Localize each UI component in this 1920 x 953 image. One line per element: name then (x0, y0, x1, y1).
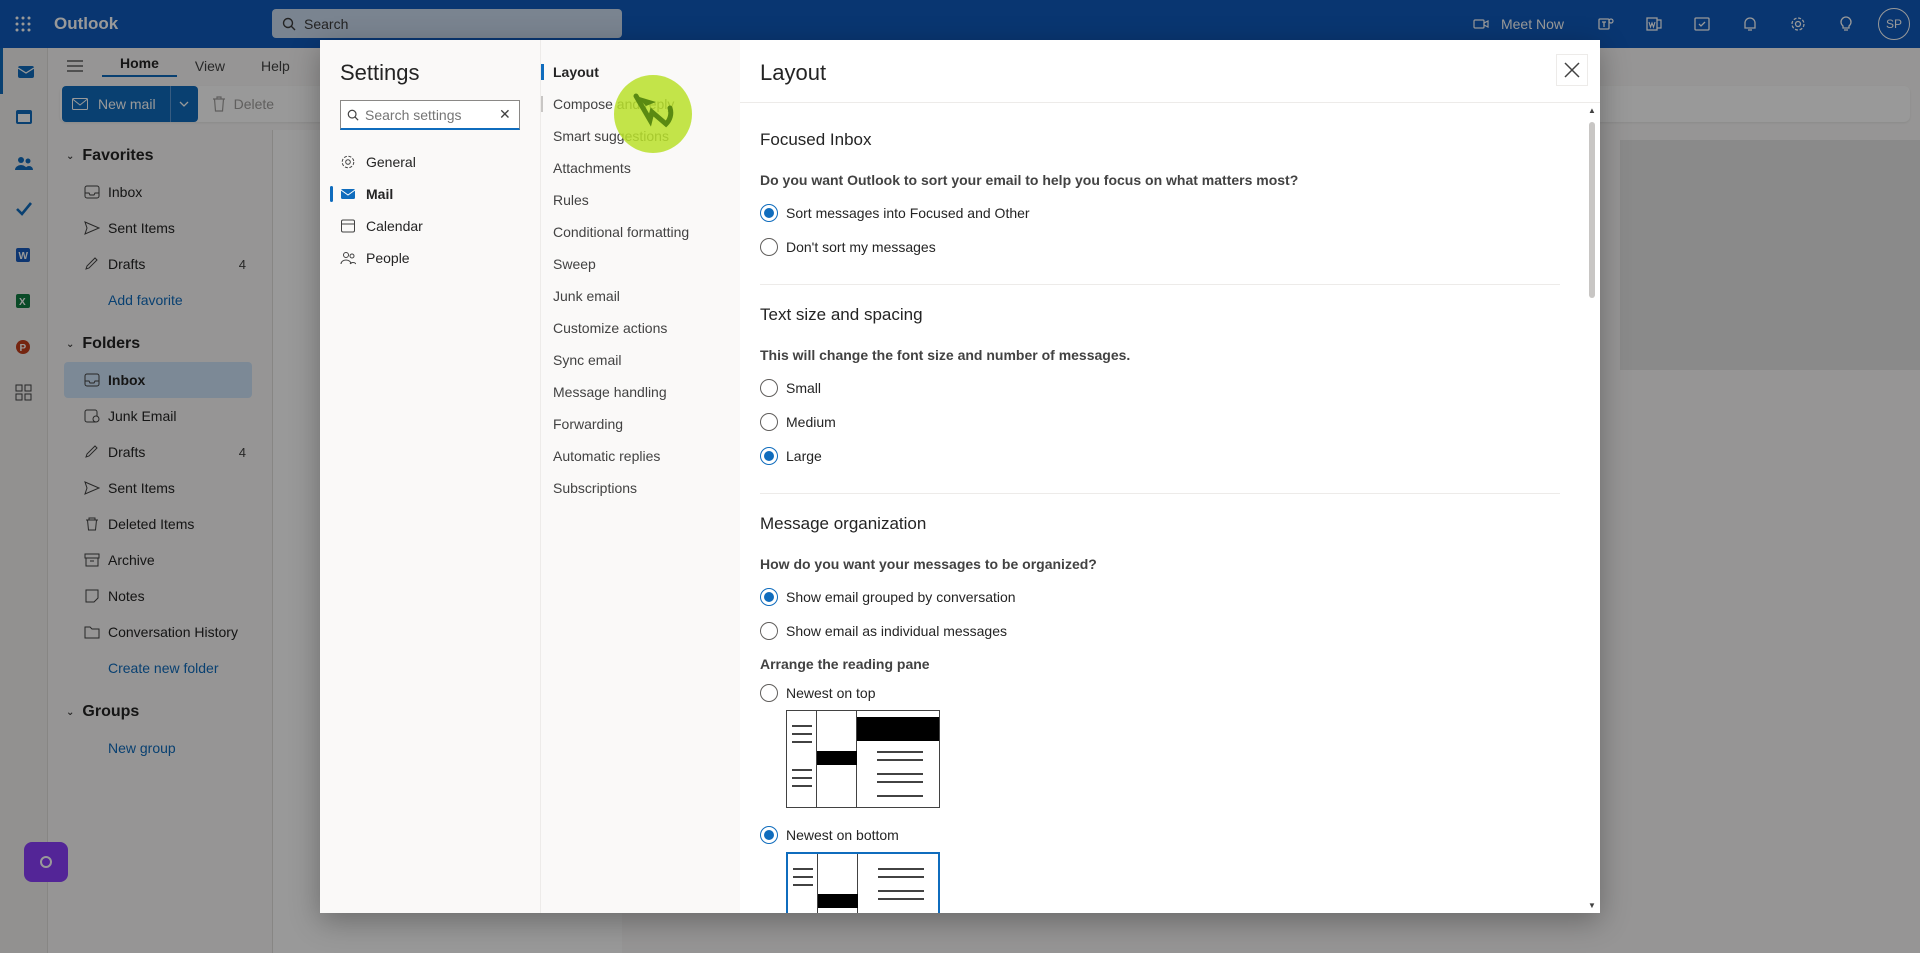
nav-item-general[interactable]: General (320, 146, 540, 178)
radio-button[interactable] (760, 826, 778, 844)
settings-search[interactable]: ✕ (340, 100, 520, 130)
radio-label: Large (786, 448, 822, 464)
radio-label: Don't sort my messages (786, 239, 936, 255)
radio-newest-on-top[interactable]: Newest on top (760, 676, 1576, 710)
calendar-icon (341, 219, 355, 233)
nav-label: General (366, 154, 416, 170)
radio-newest-on-bottom[interactable]: Newest on bottom (760, 818, 1576, 852)
radio-text-medium[interactable]: Medium (760, 405, 1576, 439)
radio-focused-dont-sort[interactable]: Don't sort my messages (760, 230, 1576, 264)
nav-label: Calendar (366, 218, 423, 234)
people-icon (340, 252, 356, 265)
radio-individual-messages[interactable]: Show email as individual messages (760, 614, 1576, 648)
radio-text-small[interactable]: Small (760, 371, 1576, 405)
focused-inbox-title: Focused Inbox (760, 130, 872, 149)
divider (760, 284, 1560, 285)
radio-label: Show email grouped by conversation (786, 589, 1016, 605)
divider (740, 102, 1600, 103)
radio-label: Newest on bottom (786, 827, 899, 843)
radio-label: Sort messages into Focused and Other (786, 205, 1030, 221)
subnav-item-automatic-replies[interactable]: Automatic replies (541, 440, 741, 472)
subnav-item-attachments[interactable]: Attachments (541, 152, 741, 184)
scroll-thumb[interactable] (1589, 122, 1595, 298)
settings-search-input[interactable] (365, 106, 493, 123)
subnav-item-forwarding[interactable]: Forwarding (541, 408, 741, 440)
nav-label: People (366, 250, 410, 266)
radio-focused-sort[interactable]: Sort messages into Focused and Other (760, 196, 1576, 230)
close-icon[interactable]: ✕ (499, 106, 511, 123)
radio-button[interactable] (760, 588, 778, 606)
nav-item-mail[interactable]: Mail (320, 178, 540, 210)
divider (760, 493, 1560, 494)
newest-on-bottom-preview[interactable] (786, 852, 940, 913)
subnav-item-sweep[interactable]: Sweep (541, 248, 741, 280)
settings-title: Settings (340, 60, 420, 85)
radio-grouped-conversation[interactable]: Show email grouped by conversation (760, 580, 1576, 614)
settings-scroll-area: Focused Inbox Do you want Outlook to sor… (760, 120, 1576, 913)
scrollbar[interactable]: ▲ ▼ (1588, 106, 1596, 910)
focused-inbox-question: Do you want Outlook to sort your email t… (760, 172, 1299, 188)
subnav-item-message-handling[interactable]: Message handling (541, 376, 741, 408)
newest-on-top-preview[interactable] (786, 710, 940, 808)
close-button[interactable] (1556, 54, 1588, 86)
radio-text-large[interactable]: Large (760, 439, 1576, 473)
nav-item-people[interactable]: People (320, 242, 540, 274)
subnav-item-rules[interactable]: Rules (541, 184, 741, 216)
radio-button[interactable] (760, 447, 778, 465)
subnav-item-subscriptions[interactable]: Subscriptions (541, 472, 741, 504)
scroll-down-arrow[interactable]: ▼ (1588, 901, 1596, 910)
cursor-arrow-icon (633, 93, 674, 128)
nav-item-calendar[interactable]: Calendar (320, 210, 540, 242)
text-size-question: This will change the font size and numbe… (760, 347, 1131, 363)
radio-label: Small (786, 380, 822, 396)
subnav-item-customize-actions[interactable]: Customize actions (541, 312, 741, 344)
text-size-title: Text size and spacing (760, 305, 923, 324)
subnav-item-conditional-formatting[interactable]: Conditional formatting (541, 216, 741, 248)
scroll-up-arrow[interactable]: ▲ (1588, 106, 1596, 115)
radio-button[interactable] (760, 238, 778, 256)
message-org-title: Message organization (760, 514, 927, 533)
subnav-item-junk-email[interactable]: Junk email (541, 280, 741, 312)
radio-label: Medium (786, 414, 836, 430)
radio-button[interactable] (760, 204, 778, 222)
settings-subnav: Layout Compose and reply Smart suggestions… (540, 40, 740, 913)
settings-dialog: Settings ✕ General Mail Calendar People (320, 40, 1600, 913)
nav-label: Mail (366, 186, 394, 202)
radio-label: Newest on top (786, 685, 876, 701)
mail-icon (340, 189, 356, 199)
settings-content: Layout Focused Inbox Do you want Outlook… (740, 40, 1600, 913)
message-org-question: How do you want your messages to be orga… (760, 556, 1097, 572)
radio-label: Show email as individual messages (786, 623, 1007, 639)
reading-pane-heading: Arrange the reading pane (760, 656, 930, 672)
search-icon (347, 109, 359, 121)
radio-button[interactable] (760, 379, 778, 397)
radio-button[interactable] (760, 684, 778, 702)
gear-icon (341, 155, 355, 169)
close-icon (1564, 62, 1580, 78)
subnav-item-sync-email[interactable]: Sync email (541, 344, 741, 376)
radio-button[interactable] (760, 622, 778, 640)
radio-button[interactable] (760, 413, 778, 431)
content-title: Layout (760, 60, 827, 85)
settings-nav: Settings ✕ General Mail Calendar People (320, 40, 540, 913)
